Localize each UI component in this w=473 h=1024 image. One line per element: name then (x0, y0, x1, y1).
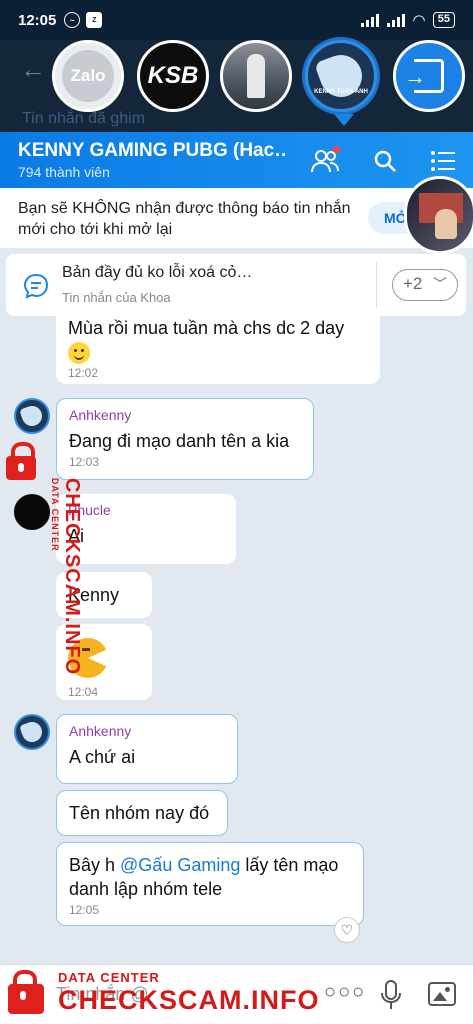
message-time: 12:03 (69, 455, 100, 469)
message-bubble[interactable]: Anhkenny Đang đi mạo danh tên a kia 12:0… (56, 398, 314, 480)
sender-name: Anhkenny (69, 407, 132, 423)
bottom-watermark-line1: DATA CENTER (58, 970, 160, 985)
battery-icon: 55 (432, 12, 455, 28)
message-text: Tên nhóm nay đó (69, 803, 210, 823)
mention-link[interactable]: @Gấu Gaming (120, 855, 240, 875)
chat-head-ksb[interactable]: KSB (137, 40, 209, 112)
side-watermark: CHECKSCAM.INFO DATA CENTER (50, 478, 83, 675)
signal-icon-2 (387, 13, 406, 27)
pinned-ghost-label: Tin nhắn đã ghim (22, 110, 146, 127)
chat-head-pubg[interactable] (220, 40, 292, 112)
bottom-watermark: DATA CENTER CHECKSCAM.INFO (58, 970, 320, 1015)
message-text: Ai (68, 526, 85, 546)
status-bar: 12:05 ~ Z ◠ 55 (0, 0, 473, 40)
pinned-more-button[interactable]: +2 ﹀ (392, 269, 458, 301)
pinned-title: Bản đầy đủ ko lỗi xoá cỏ… (62, 264, 253, 281)
smile-emoji-icon (68, 342, 90, 365)
side-watermark-line1: DATA CENTER (50, 477, 61, 552)
message-text: Mùa rồi mua tuần mà chs dc 2 day (68, 316, 368, 365)
lock-icon (8, 970, 44, 1014)
sender-name: Anhkenny (69, 723, 132, 739)
exit-bubble-button[interactable] (393, 40, 465, 112)
add-member-icon[interactable] (308, 144, 342, 178)
message-bubble[interactable]: Anhkenny A chứ ai (56, 714, 238, 784)
more-icon[interactable]: ○○○ (324, 981, 366, 1004)
pinned-message-icon (23, 273, 49, 299)
status-time: 12:05 (18, 11, 57, 29)
messenger-icon: ~ (64, 12, 81, 28)
exit-icon (404, 59, 444, 93)
group-title[interactable]: KENNY GAMING PUBG (Hac… (18, 140, 288, 162)
image-icon[interactable] (428, 982, 456, 1006)
avatar-anhkenny[interactable] (14, 714, 50, 750)
message-time: 12:02 (68, 366, 99, 381)
search-icon[interactable] (368, 144, 402, 178)
zalo-logo: Zalo (62, 50, 114, 102)
floating-video-avatar[interactable] (404, 176, 473, 254)
avatar-phucle[interactable] (14, 494, 50, 530)
bottom-watermark-line2: CHECKSCAM.INFO (58, 985, 320, 1015)
active-chat-pointer (334, 114, 354, 126)
message-time: 12:04 (68, 685, 99, 699)
chevron-down-icon: ﹀ (433, 276, 447, 292)
notification-dot (333, 146, 340, 153)
message-text: Đang đi mạo danh tên a kia (69, 431, 290, 451)
mic-icon[interactable] (380, 979, 402, 1011)
pubg-character-icon (247, 54, 265, 98)
wifi-icon: ◠ (413, 12, 425, 29)
message-text: A chứ ai (69, 747, 136, 767)
avatar-anhkenny[interactable] (14, 398, 50, 434)
zalo-notification-icon: Z (86, 12, 103, 28)
message-bubble[interactable]: Mùa rồi mua tuần mà chs dc 2 day 12:02 (56, 314, 380, 384)
message-text: Bây h @Gấu Gaming lấy tên mạo danh lập n… (69, 853, 351, 901)
pinned-divider (376, 262, 377, 308)
wolf-logo-text: KENNY TUẤN ANH (314, 89, 368, 95)
chat-head-zalo[interactable]: Zalo (52, 40, 124, 112)
signal-icon (361, 13, 380, 27)
pinned-subtitle: Tin nhắn của Khoa (62, 290, 171, 305)
message-time: 12:05 (69, 903, 100, 917)
mute-notice: Bạn sẽ KHÔNG nhận được thông báo tin nhắ… (0, 188, 473, 248)
lock-icon (6, 442, 36, 480)
mute-notice-text: Bạn sẽ KHÔNG nhận được thông báo tin nhắ… (18, 200, 351, 238)
member-count: 794 thành viên (18, 164, 110, 180)
pinned-more-count: +2 (403, 274, 423, 293)
ksb-logo: KSB (147, 62, 199, 89)
list-menu-icon[interactable] (426, 144, 460, 178)
message-bubble[interactable]: Tên nhóm nay đó (56, 790, 228, 836)
message-prefix: Bây h (69, 855, 121, 875)
sender-name: Phucle (68, 502, 111, 518)
heart-icon[interactable]: ♡ (334, 917, 360, 943)
side-watermark-line2: CHECKSCAM.INFO (61, 477, 84, 676)
chat-header: KENNY GAMING PUBG (Hac… 794 thành viên (0, 132, 473, 188)
back-arrow-icon[interactable]: ← (20, 54, 46, 85)
chat-head-kenny-group[interactable]: KENNY TUẤN ANH (305, 40, 377, 112)
video-person (435, 209, 457, 239)
pinned-message-bar[interactable]: Bản đầy đủ ko lỗi xoá cỏ… Tin nhắn của K… (6, 254, 466, 316)
message-bubble[interactable]: Bây h @Gấu Gaming lấy tên mạo danh lập n… (56, 842, 364, 926)
